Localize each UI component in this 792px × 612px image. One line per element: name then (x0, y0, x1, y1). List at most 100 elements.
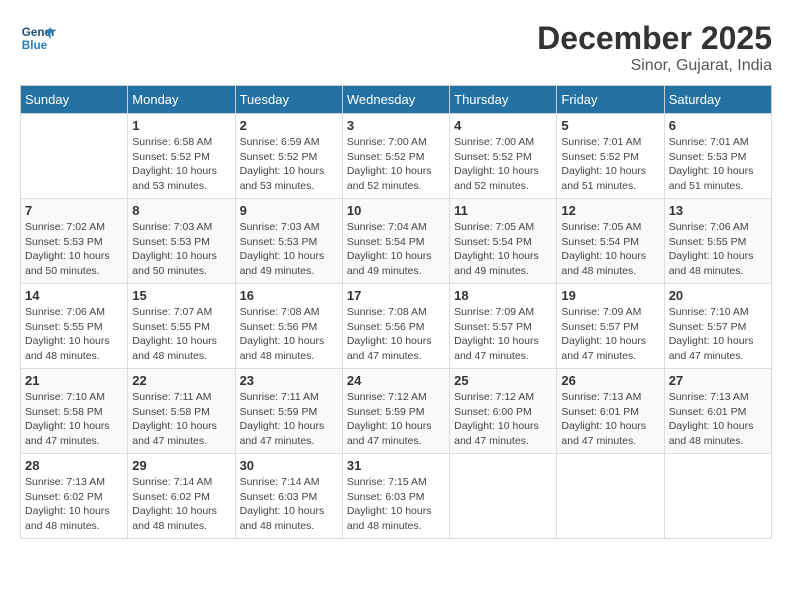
calendar-cell: 16 Sunrise: 7:08 AMSunset: 5:56 PMDayligh… (235, 284, 342, 369)
weekday-header-sunday: Sunday (21, 86, 128, 114)
calendar-cell: 14 Sunrise: 7:06 AMSunset: 5:55 PMDayligh… (21, 284, 128, 369)
day-info: Sunrise: 7:11 AMSunset: 5:59 PMDaylight:… (240, 390, 338, 449)
day-number: 5 (561, 118, 659, 133)
weekday-header-tuesday: Tuesday (235, 86, 342, 114)
calendar-cell: 25 Sunrise: 7:12 AMSunset: 6:00 PMDayligh… (450, 369, 557, 454)
calendar-cell: 13 Sunrise: 7:06 AMSunset: 5:55 PMDayligh… (664, 199, 771, 284)
week-row-4: 21Sunrise: 7:10 AMSunset: 5:58 PMDayligh… (21, 369, 772, 454)
day-info: Sunrise: 7:10 AMSunset: 5:58 PMDaylight:… (25, 390, 123, 449)
day-number: 4 (454, 118, 552, 133)
calendar-cell (664, 454, 771, 539)
calendar-cell: 22 Sunrise: 7:11 AMSunset: 5:58 PMDayligh… (128, 369, 235, 454)
day-number: 6 (669, 118, 767, 133)
calendar-cell: 26 Sunrise: 7:13 AMSunset: 6:01 PMDayligh… (557, 369, 664, 454)
logo: General Blue (20, 20, 56, 56)
calendar-cell: 3 Sunrise: 7:00 AMSunset: 5:52 PMDaylight… (342, 114, 449, 199)
day-info: Sunrise: 7:09 AMSunset: 5:57 PMDaylight:… (454, 305, 552, 364)
day-number: 29 (132, 458, 230, 473)
day-info: Sunrise: 7:05 AMSunset: 5:54 PMDaylight:… (454, 220, 552, 279)
day-info: Sunrise: 7:10 AMSunset: 5:57 PMDaylight:… (669, 305, 767, 364)
calendar-cell: 7 Sunrise: 7:02 AMSunset: 5:53 PMDaylight… (21, 199, 128, 284)
day-info: Sunrise: 7:14 AMSunset: 6:02 PMDaylight:… (132, 475, 230, 534)
calendar-cell: 21Sunrise: 7:10 AMSunset: 5:58 PMDayligh… (21, 369, 128, 454)
day-number: 14 (25, 288, 123, 303)
calendar-cell: 19Sunrise: 7:09 AMSunset: 5:57 PMDayligh… (557, 284, 664, 369)
day-info: Sunrise: 7:00 AMSunset: 5:52 PMDaylight:… (347, 135, 445, 194)
day-info: Sunrise: 7:09 AMSunset: 5:57 PMDaylight:… (561, 305, 659, 364)
day-number: 22 (132, 373, 230, 388)
calendar-cell (21, 114, 128, 199)
calendar-cell: 29 Sunrise: 7:14 AMSunset: 6:02 PMDayligh… (128, 454, 235, 539)
calendar-cell (450, 454, 557, 539)
day-info: Sunrise: 7:08 AMSunset: 5:56 PMDaylight:… (347, 305, 445, 364)
day-number: 18 (454, 288, 552, 303)
day-number: 28 (25, 458, 123, 473)
calendar-cell (557, 454, 664, 539)
day-info: Sunrise: 7:12 AMSunset: 5:59 PMDaylight:… (347, 390, 445, 449)
week-row-5: 28 Sunrise: 7:13 AMSunset: 6:02 PMDayligh… (21, 454, 772, 539)
day-number: 15 (132, 288, 230, 303)
title-section: December 2025 Sinor, Gujarat, India (537, 20, 772, 75)
calendar-cell: 31Sunrise: 7:15 AMSunset: 6:03 PMDayligh… (342, 454, 449, 539)
day-number: 1 (132, 118, 230, 133)
day-number: 13 (669, 203, 767, 218)
day-info: Sunrise: 7:11 AMSunset: 5:58 PMDaylight:… (132, 390, 230, 449)
day-info: Sunrise: 7:13 AMSunset: 6:01 PMDaylight:… (669, 390, 767, 449)
day-number: 11 (454, 203, 552, 218)
day-number: 25 (454, 373, 552, 388)
day-number: 17 (347, 288, 445, 303)
day-number: 7 (25, 203, 123, 218)
day-number: 16 (240, 288, 338, 303)
calendar-cell: 6 Sunrise: 7:01 AMSunset: 5:53 PMDaylight… (664, 114, 771, 199)
day-number: 9 (240, 203, 338, 218)
calendar-cell: 24Sunrise: 7:12 AMSunset: 5:59 PMDayligh… (342, 369, 449, 454)
weekday-header-wednesday: Wednesday (342, 86, 449, 114)
day-info: Sunrise: 7:06 AMSunset: 5:55 PMDaylight:… (25, 305, 123, 364)
day-number: 23 (240, 373, 338, 388)
week-row-3: 14 Sunrise: 7:06 AMSunset: 5:55 PMDayligh… (21, 284, 772, 369)
day-info: Sunrise: 7:02 AMSunset: 5:53 PMDaylight:… (25, 220, 123, 279)
calendar-cell: 11 Sunrise: 7:05 AMSunset: 5:54 PMDayligh… (450, 199, 557, 284)
day-number: 26 (561, 373, 659, 388)
day-info: Sunrise: 7:00 AMSunset: 5:52 PMDaylight:… (454, 135, 552, 194)
day-number: 12 (561, 203, 659, 218)
calendar-cell: 27 Sunrise: 7:13 AMSunset: 6:01 PMDayligh… (664, 369, 771, 454)
calendar-cell: 23 Sunrise: 7:11 AMSunset: 5:59 PMDayligh… (235, 369, 342, 454)
calendar-cell: 1 Sunrise: 6:58 AMSunset: 5:52 PMDaylight… (128, 114, 235, 199)
calendar-cell: 4 Sunrise: 7:00 AMSunset: 5:52 PMDaylight… (450, 114, 557, 199)
calendar-cell: 10Sunrise: 7:04 AMSunset: 5:54 PMDayligh… (342, 199, 449, 284)
day-number: 2 (240, 118, 338, 133)
calendar-cell: 15Sunrise: 7:07 AMSunset: 5:55 PMDayligh… (128, 284, 235, 369)
day-number: 30 (240, 458, 338, 473)
day-info: Sunrise: 6:58 AMSunset: 5:52 PMDaylight:… (132, 135, 230, 194)
week-row-1: 1 Sunrise: 6:58 AMSunset: 5:52 PMDaylight… (21, 114, 772, 199)
calendar-cell: 5 Sunrise: 7:01 AMSunset: 5:52 PMDaylight… (557, 114, 664, 199)
page-header: General Blue December 2025 Sinor, Gujara… (20, 20, 772, 75)
calendar-cell: 8 Sunrise: 7:03 AMSunset: 5:53 PMDaylight… (128, 199, 235, 284)
day-info: Sunrise: 7:01 AMSunset: 5:52 PMDaylight:… (561, 135, 659, 194)
day-number: 27 (669, 373, 767, 388)
calendar-cell: 28 Sunrise: 7:13 AMSunset: 6:02 PMDayligh… (21, 454, 128, 539)
calendar-table: SundayMondayTuesdayWednesdayThursdayFrid… (20, 85, 772, 539)
day-info: Sunrise: 6:59 AMSunset: 5:52 PMDaylight:… (240, 135, 338, 194)
day-number: 20 (669, 288, 767, 303)
day-info: Sunrise: 7:03 AMSunset: 5:53 PMDaylight:… (240, 220, 338, 279)
weekday-header-row: SundayMondayTuesdayWednesdayThursdayFrid… (21, 86, 772, 114)
day-info: Sunrise: 7:05 AMSunset: 5:54 PMDaylight:… (561, 220, 659, 279)
day-info: Sunrise: 7:12 AMSunset: 6:00 PMDaylight:… (454, 390, 552, 449)
day-number: 3 (347, 118, 445, 133)
weekday-header-monday: Monday (128, 86, 235, 114)
day-number: 8 (132, 203, 230, 218)
weekday-header-thursday: Thursday (450, 86, 557, 114)
day-info: Sunrise: 7:04 AMSunset: 5:54 PMDaylight:… (347, 220, 445, 279)
day-info: Sunrise: 7:01 AMSunset: 5:53 PMDaylight:… (669, 135, 767, 194)
day-info: Sunrise: 7:03 AMSunset: 5:53 PMDaylight:… (132, 220, 230, 279)
day-info: Sunrise: 7:13 AMSunset: 6:01 PMDaylight:… (561, 390, 659, 449)
day-info: Sunrise: 7:08 AMSunset: 5:56 PMDaylight:… (240, 305, 338, 364)
day-info: Sunrise: 7:13 AMSunset: 6:02 PMDaylight:… (25, 475, 123, 534)
day-info: Sunrise: 7:14 AMSunset: 6:03 PMDaylight:… (240, 475, 338, 534)
location-title: Sinor, Gujarat, India (537, 57, 772, 75)
day-number: 31 (347, 458, 445, 473)
calendar-cell: 30 Sunrise: 7:14 AMSunset: 6:03 PMDayligh… (235, 454, 342, 539)
day-info: Sunrise: 7:06 AMSunset: 5:55 PMDaylight:… (669, 220, 767, 279)
